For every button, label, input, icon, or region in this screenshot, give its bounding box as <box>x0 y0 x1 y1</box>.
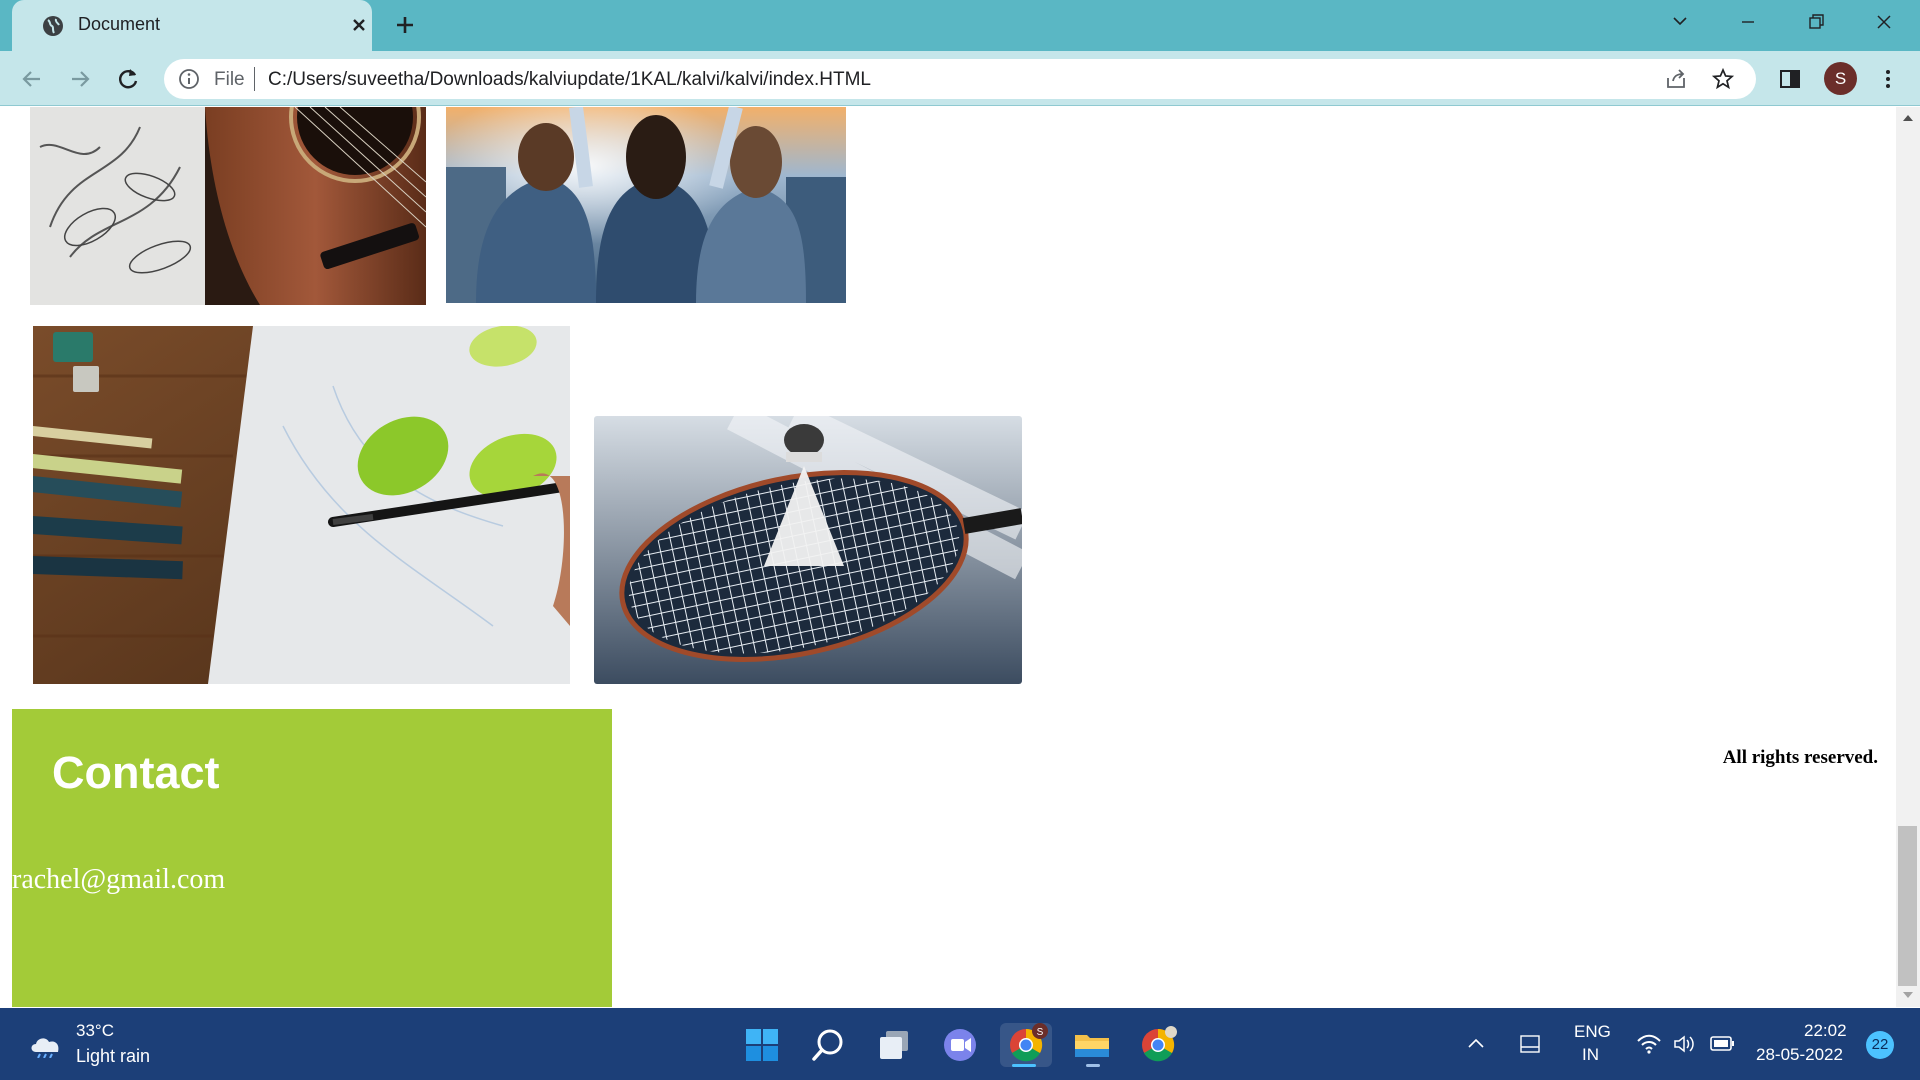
task-view-icon <box>880 1031 908 1059</box>
contact-email[interactable]: rachel@gmail.com <box>12 864 225 896</box>
chrome-taskbar-button[interactable]: S <box>1000 1023 1052 1067</box>
forward-arrow-icon[interactable] <box>66 65 94 93</box>
battery-icon[interactable] <box>1710 1035 1736 1053</box>
back-arrow-icon[interactable] <box>18 65 46 93</box>
menu-kebab-icon[interactable] <box>1874 65 1902 93</box>
clock-time[interactable]: 22:02 <box>1804 1021 1847 1041</box>
touch-keyboard-icon[interactable] <box>1518 1032 1542 1056</box>
browser-tabstrip: Document <box>0 0 1920 51</box>
share-icon[interactable] <box>1664 67 1688 91</box>
address-url[interactable]: C:/Users/suveetha/Downloads/kalviupdate/… <box>268 69 871 91</box>
open-app-indicator <box>1086 1064 1100 1067</box>
page-viewport: Contact rachel@gmail.com All rights rese… <box>0 107 1896 1007</box>
address-scheme: File <box>214 69 245 90</box>
volume-icon[interactable] <box>1672 1033 1696 1055</box>
windows-logo-icon <box>746 1029 778 1061</box>
chat-button[interactable] <box>938 1023 982 1067</box>
task-view-button[interactable] <box>872 1023 916 1067</box>
chevron-up-icon[interactable] <box>1466 1034 1486 1054</box>
globe-icon <box>43 16 63 36</box>
chrome-profile-button[interactable] <box>1136 1023 1180 1067</box>
bookmark-star-icon[interactable] <box>1711 67 1735 91</box>
reload-icon[interactable] <box>114 65 142 93</box>
scroll-up-arrow-icon[interactable] <box>1903 115 1913 121</box>
clock-date[interactable]: 28-05-2022 <box>1756 1045 1843 1065</box>
page-scrollbar[interactable] <box>1896 107 1920 1007</box>
site-info-icon[interactable] <box>178 68 200 90</box>
language-region[interactable]: IN <box>1582 1045 1599 1065</box>
chat-camera-icon <box>944 1029 976 1061</box>
windows-start-button[interactable] <box>740 1023 784 1067</box>
chrome-icon: S <box>1010 1023 1048 1062</box>
file-explorer-button[interactable] <box>1070 1023 1114 1067</box>
wifi-icon[interactable] <box>1636 1033 1662 1055</box>
side-panel-icon[interactable] <box>1776 65 1804 93</box>
cloud-rain-icon[interactable] <box>28 1030 64 1058</box>
contact-heading: Contact <box>52 747 220 798</box>
restore-button[interactable] <box>1798 9 1834 35</box>
guitar-photo <box>30 107 426 305</box>
footer-rights-text: All rights reserved. <box>1722 747 1878 768</box>
browser-tab[interactable]: Document <box>12 0 372 51</box>
browser-toolbar: File C:/Users/suveetha/Downloads/kalviup… <box>0 51 1920 106</box>
scrollbar-thumb[interactable] <box>1898 826 1917 986</box>
address-bar[interactable]: File C:/Users/suveetha/Downloads/kalviup… <box>164 59 1756 99</box>
friends-sunset-photo <box>446 107 846 303</box>
language-code[interactable]: ENG <box>1574 1022 1611 1042</box>
weather-temperature[interactable]: 33°C <box>76 1021 114 1041</box>
active-app-indicator <box>1012 1064 1036 1067</box>
minimize-button[interactable] <box>1730 9 1766 35</box>
windows-taskbar: 33°C Light rain S ENG IN 22:02 28-05-202… <box>0 1008 1920 1080</box>
tab-search-icon[interactable] <box>1662 9 1698 35</box>
search-icon <box>812 1029 843 1061</box>
close-tab-icon[interactable] <box>346 12 372 38</box>
close-window-button[interactable] <box>1866 9 1902 35</box>
svg-text:S: S <box>1037 1027 1044 1038</box>
search-button[interactable] <box>806 1023 850 1067</box>
folder-icon <box>1075 1035 1109 1057</box>
profile-avatar[interactable]: S <box>1824 62 1857 95</box>
notification-badge[interactable]: 22 <box>1866 1031 1894 1059</box>
contact-section: Contact rachel@gmail.com <box>12 709 612 1007</box>
new-tab-button[interactable] <box>392 12 418 38</box>
chrome-profile-icon <box>1142 1026 1177 1062</box>
weather-description[interactable]: Light rain <box>76 1046 150 1067</box>
tab-title: Document <box>78 14 161 34</box>
painting-leaves-photo <box>33 326 570 684</box>
address-separator <box>254 67 255 91</box>
badminton-photo <box>594 416 1022 684</box>
scroll-down-arrow-icon[interactable] <box>1903 992 1913 998</box>
